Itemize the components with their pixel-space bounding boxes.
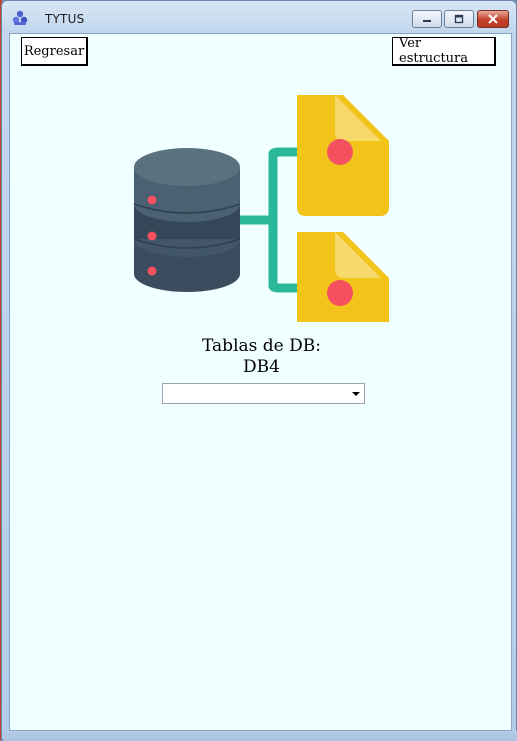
minimize-button[interactable] (412, 10, 442, 28)
window-title: TYTUS (45, 12, 85, 26)
title-bar[interactable]: TYTUS (2, 1, 516, 33)
database-name: DB4 (243, 357, 280, 377)
maximize-icon (454, 14, 464, 24)
close-icon (488, 14, 498, 24)
client-area: Regresar Ver estructura Tablas de DB: DB… (9, 33, 512, 731)
minimize-icon (423, 20, 431, 22)
app-logo-icon (12, 10, 28, 25)
back-button[interactable]: Regresar (21, 37, 88, 66)
database-to-files-icon (133, 95, 389, 322)
chevron-down-icon[interactable] (352, 392, 360, 396)
app-window: TYTUS Regresar Ver estructura Tablas de … (1, 0, 517, 741)
view-structure-button[interactable]: Ver estructura (392, 36, 496, 66)
table-select[interactable] (162, 383, 365, 404)
tables-heading: Tablas de DB: (202, 336, 321, 356)
close-button[interactable] (477, 10, 509, 28)
maximize-button[interactable] (444, 10, 474, 28)
